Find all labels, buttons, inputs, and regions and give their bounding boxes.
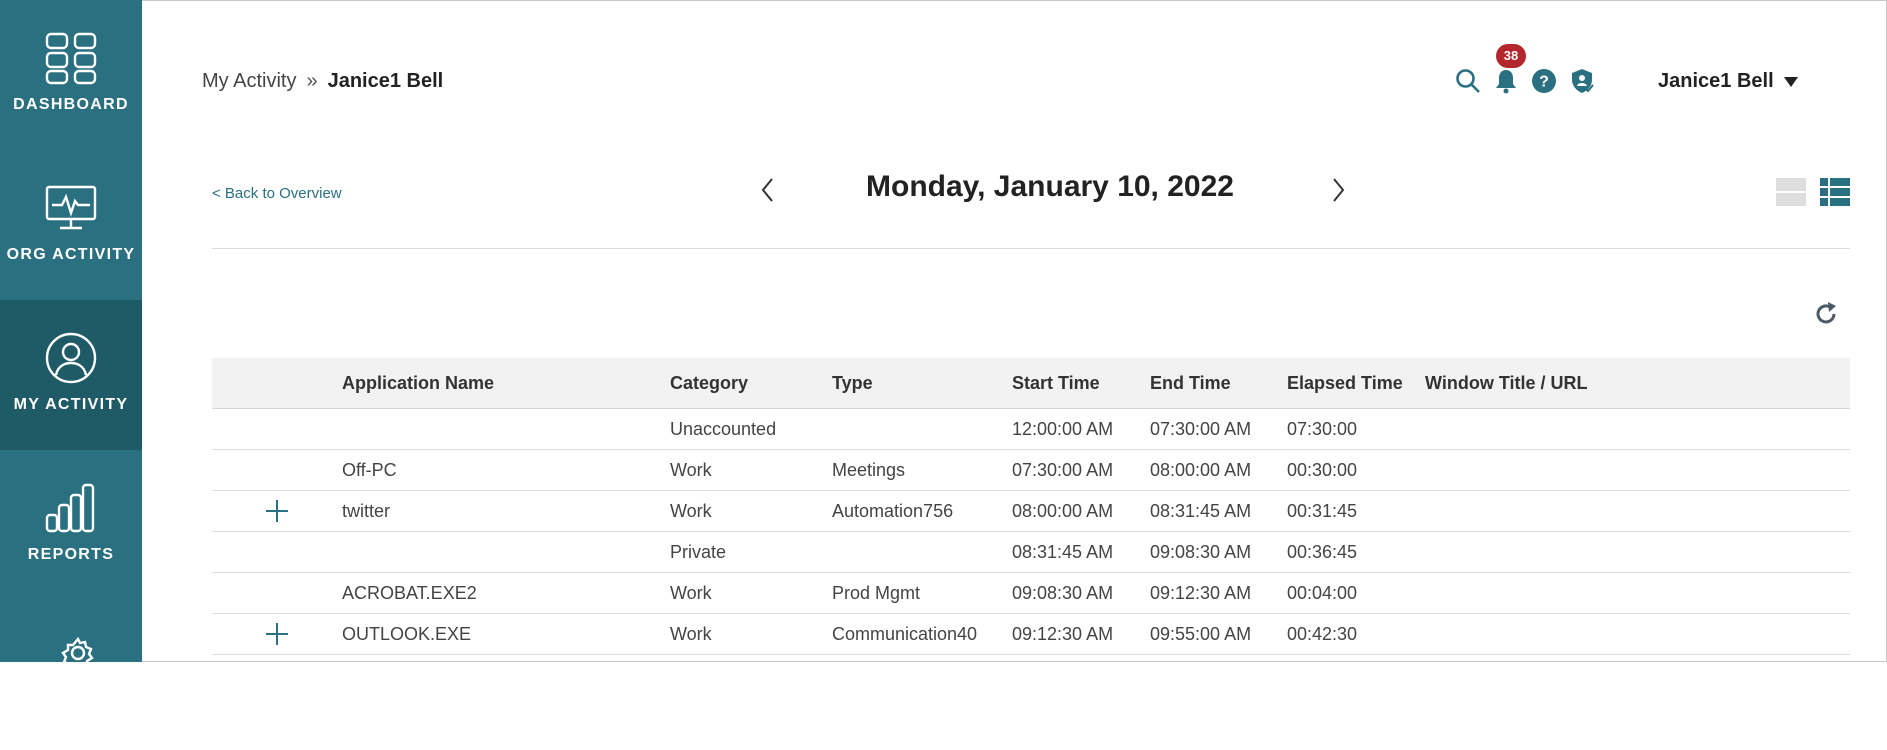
sidebar-item-reports[interactable]: REPORTS <box>0 450 142 600</box>
column-header[interactable]: Application Name <box>342 373 670 394</box>
user-circle-icon <box>43 330 99 386</box>
sidebar: DASHBOARD ORG ACTIVITY MY ACTIVITY REPOR… <box>0 0 142 680</box>
sidebar-item-settings[interactable] <box>0 600 142 750</box>
dashboard-icon <box>43 30 99 86</box>
type-cell: Meetings <box>832 459 906 480</box>
elapsed-time-cell: 00:31:45 <box>1287 500 1358 521</box>
expand-plus-icon[interactable] <box>266 623 288 645</box>
next-day-chevron-icon[interactable] <box>1327 176 1349 204</box>
user-menu[interactable]: Janice1 Bell <box>1658 70 1798 93</box>
sidebar-item-label: REPORTS <box>27 546 115 563</box>
breadcrumb-current: Janice1 Bell <box>327 70 444 92</box>
category-cell: Work <box>670 623 712 644</box>
category-cell: Unaccounted <box>670 418 777 439</box>
monitor-pulse-icon <box>43 180 99 236</box>
sidebar-item-label: MY ACTIVITY <box>13 396 129 413</box>
app-name-cell: twitter <box>342 500 391 521</box>
end-time-cell: 08:00:00 AM <box>1150 459 1252 480</box>
app-name-cell: ACROBAT.EXE2 <box>342 582 477 603</box>
start-time-cell: 07:30:00 AM <box>1012 459 1114 480</box>
table-row[interactable]: ACROBAT.EXE2 Work Prod Mgmt 09:08:30 AM … <box>212 573 1850 614</box>
type-cell: Prod Mgmt <box>832 582 921 603</box>
table-row[interactable]: OUTLOOK.EXE Work Communication40 09:12:3… <box>212 614 1850 655</box>
end-time-cell: 07:30:00 AM <box>1150 418 1252 439</box>
start-time-cell: 08:31:45 AM <box>1012 541 1114 562</box>
category-cell: Private <box>670 541 727 562</box>
breadcrumb: My Activity » Janice1 Bell <box>202 70 443 93</box>
column-header[interactable]: Window Title / URL <box>1425 373 1725 394</box>
shield-user-icon[interactable] <box>1569 68 1595 94</box>
previous-day-chevron-icon[interactable] <box>757 176 779 204</box>
header-icons: 38 ? <box>1455 44 1607 94</box>
user-name: Janice1 Bell <box>1658 70 1774 92</box>
start-time-cell: 08:00:00 AM <box>1012 500 1114 521</box>
breadcrumb-root[interactable]: My Activity <box>202 70 296 93</box>
gear-icon <box>43 630 99 686</box>
elapsed-time-cell: 07:30:00 <box>1287 418 1358 439</box>
notification-bell-icon[interactable]: 38 <box>1493 44 1526 94</box>
activity-table: Application Name Category Type Start Tim… <box>212 358 1850 655</box>
type-cell: Communication40 <box>832 623 978 644</box>
column-header[interactable]: End Time <box>1150 373 1287 394</box>
sidebar-item-label: DASHBOARD <box>13 96 129 113</box>
svg-text:?: ? <box>1539 74 1549 91</box>
caret-down-icon <box>1783 76 1798 87</box>
table-header: Application Name Category Type Start Tim… <box>212 358 1850 409</box>
end-time-cell: 09:08:30 AM <box>1150 541 1252 562</box>
end-time-cell: 09:55:00 AM <box>1150 623 1252 644</box>
column-header[interactable]: Type <box>832 373 1012 394</box>
table-row[interactable]: Private 08:31:45 AM 09:08:30 AM 00:36:45 <box>212 532 1850 573</box>
list-view-icon[interactable] <box>1820 178 1850 208</box>
app-name-cell: Off-PC <box>342 459 397 480</box>
app-name-cell: OUTLOOK.EXE <box>342 623 472 644</box>
sidebar-item-my-activity[interactable]: MY ACTIVITY <box>0 300 142 450</box>
back-to-overview-link[interactable]: < Back to Overview <box>212 185 342 202</box>
elapsed-time-cell: 00:42:30 <box>1287 623 1358 644</box>
card-view-icon[interactable] <box>1776 178 1806 208</box>
end-time-cell: 09:12:30 AM <box>1150 582 1252 603</box>
sidebar-item-dashboard[interactable]: DASHBOARD <box>0 0 142 150</box>
column-header[interactable]: Category <box>670 373 832 394</box>
end-time-cell: 08:31:45 AM <box>1150 500 1252 521</box>
help-icon[interactable]: ? <box>1531 68 1557 94</box>
date-title: Monday, January 10, 2022 <box>866 170 1234 203</box>
start-time-cell: 09:12:30 AM <box>1012 623 1114 644</box>
refresh-icon[interactable] <box>1812 300 1840 328</box>
elapsed-time-cell: 00:04:00 <box>1287 582 1358 603</box>
table-row[interactable]: Off-PC Work Meetings 07:30:00 AM 08:00:0… <box>212 450 1850 491</box>
breadcrumb-separator: » <box>306 70 318 92</box>
search-icon[interactable] <box>1455 68 1481 94</box>
table-row[interactable]: Unaccounted 12:00:00 AM 07:30:00 AM 07:3… <box>212 409 1850 450</box>
start-time-cell: 09:08:30 AM <box>1012 582 1114 603</box>
category-cell: Work <box>670 582 712 603</box>
notification-count-badge: 38 <box>1496 44 1526 68</box>
category-cell: Work <box>670 500 712 521</box>
sidebar-item-org-activity[interactable]: ORG ACTIVITY <box>0 150 142 300</box>
divider <box>212 248 1850 249</box>
category-cell: Work <box>670 459 712 480</box>
expand-plus-icon[interactable] <box>266 500 288 522</box>
elapsed-time-cell: 00:30:00 <box>1287 459 1358 480</box>
table-row[interactable]: twitter Work Automation756 08:00:00 AM 0… <box>212 491 1850 532</box>
bar-chart-icon <box>43 480 99 536</box>
elapsed-time-cell: 00:36:45 <box>1287 541 1358 562</box>
column-header[interactable]: Start Time <box>1012 373 1150 394</box>
column-header[interactable]: Elapsed Time <box>1287 373 1425 394</box>
start-time-cell: 12:00:00 AM <box>1012 418 1114 439</box>
type-cell: Automation756 <box>832 500 954 521</box>
sidebar-item-label: ORG ACTIVITY <box>6 246 136 263</box>
